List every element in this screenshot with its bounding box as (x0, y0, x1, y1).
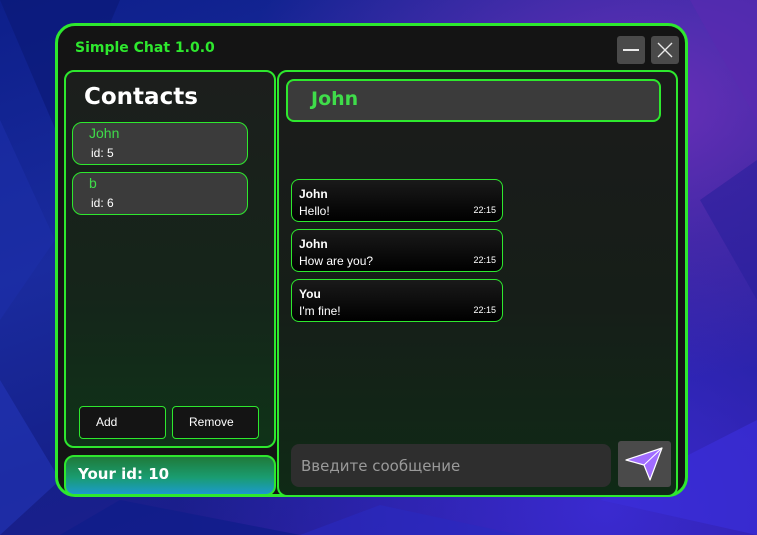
message-text: How are you? (299, 254, 374, 268)
message-text: I'm fine! (299, 304, 341, 318)
add-contact-button[interactable]: Add (79, 406, 166, 439)
remove-contact-button[interactable]: Remove (172, 406, 259, 439)
contact-item-john[interactable]: John id: 5 (72, 122, 248, 165)
chat-header-name: John (286, 79, 661, 122)
send-button[interactable] (618, 441, 671, 487)
message-author: John (299, 187, 328, 201)
contact-id: id: 6 (91, 196, 114, 210)
message-author: John (299, 237, 328, 251)
chat-panel: John John Hello! 22:15 John How are you?… (277, 70, 678, 497)
send-arrow-icon (625, 447, 663, 481)
close-button[interactable] (651, 36, 679, 64)
window-title: Simple Chat 1.0.0 (75, 40, 215, 56)
contacts-heading: Contacts (84, 84, 198, 110)
your-id-badge: Your id: 10 (64, 455, 276, 496)
message-time: 22:15 (473, 205, 496, 215)
message-time: 22:15 (473, 255, 496, 265)
minimize-button[interactable] (617, 36, 645, 64)
chat-window: Simple Chat 1.0.0 Contacts John id: 5 b … (55, 23, 688, 497)
contact-id: id: 5 (91, 146, 114, 160)
message-text: Hello! (299, 204, 330, 218)
message-bubble: John How are you? 22:15 (291, 229, 503, 272)
message-bubble: You I'm fine! 22:15 (291, 279, 503, 322)
contacts-panel: Contacts John id: 5 b id: 6 Add Remove (64, 70, 276, 448)
close-icon (657, 42, 673, 58)
message-time: 22:15 (473, 305, 496, 315)
contact-item-b[interactable]: b id: 6 (72, 172, 248, 215)
message-author: You (299, 287, 321, 301)
contact-name: b (89, 175, 97, 191)
message-input[interactable] (291, 444, 611, 487)
minimize-icon (623, 49, 639, 51)
message-bubble: John Hello! 22:15 (291, 179, 503, 222)
contact-name: John (89, 125, 120, 141)
